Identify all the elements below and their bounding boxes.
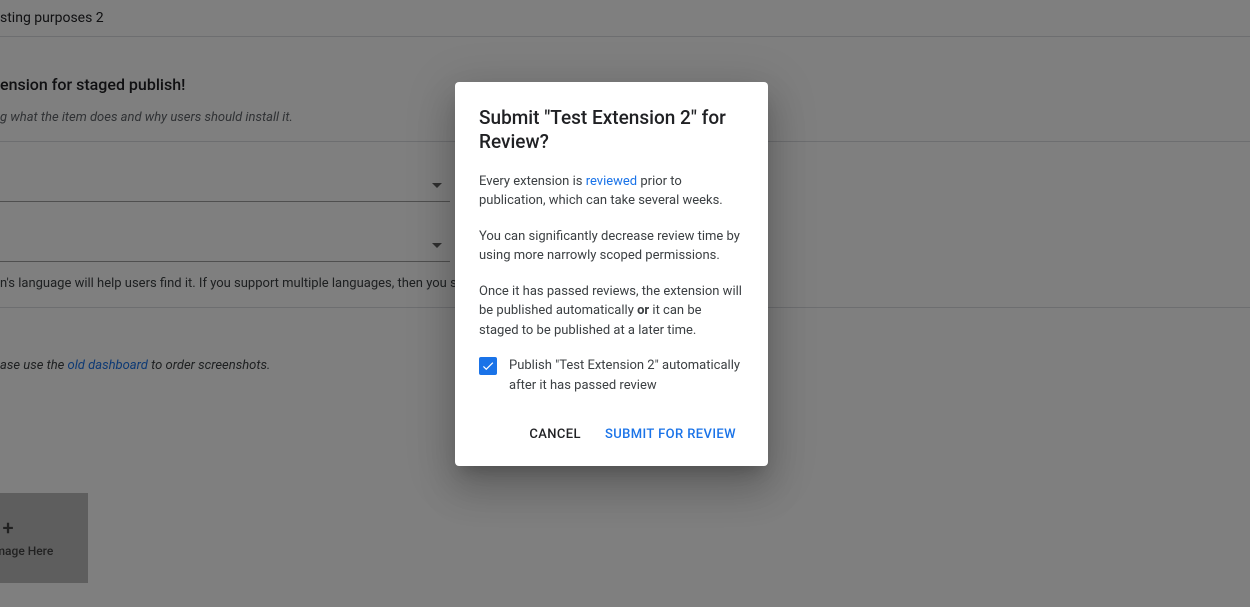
reviewed-link[interactable]: reviewed bbox=[586, 174, 637, 189]
check-icon bbox=[481, 359, 495, 373]
dialog-paragraph-2: You can significantly decrease review ti… bbox=[479, 227, 744, 266]
submit-review-dialog: Submit "Test Extension 2" for Review? Ev… bbox=[455, 82, 768, 466]
auto-publish-label: Publish "Test Extension 2" automatically… bbox=[509, 356, 744, 395]
cancel-button[interactable]: Cancel bbox=[521, 419, 589, 450]
dialog-paragraph-3: Once it has passed reviews, the extensio… bbox=[479, 282, 744, 341]
dialog-title: Submit "Test Extension 2" for Review? bbox=[479, 106, 744, 154]
dialog-paragraph-1: Every extension is reviewed prior to pub… bbox=[479, 172, 744, 211]
auto-publish-checkbox[interactable] bbox=[479, 357, 497, 375]
dialog-actions: Cancel Submit for Review bbox=[479, 411, 744, 458]
dialog-body: Every extension is reviewed prior to pub… bbox=[479, 172, 744, 396]
submit-for-review-button[interactable]: Submit for Review bbox=[597, 419, 744, 450]
